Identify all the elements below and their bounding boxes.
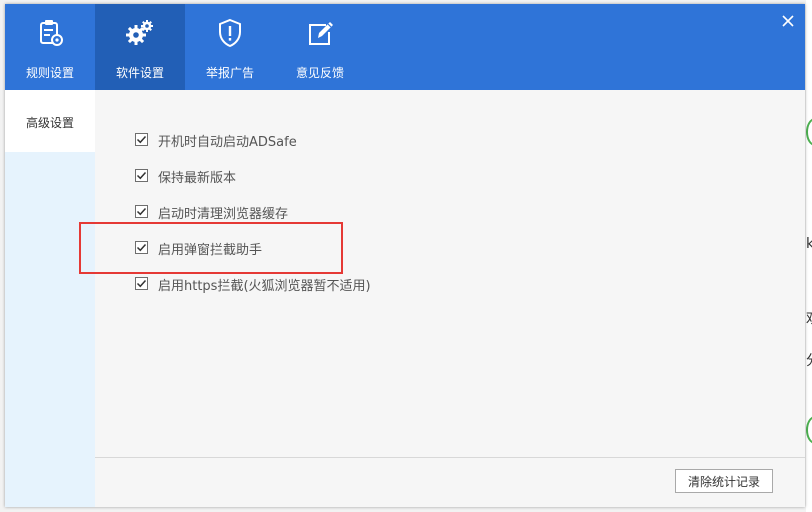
edit-feedback-icon xyxy=(309,22,333,45)
checkmark-icon xyxy=(136,171,147,180)
checkbox[interactable] xyxy=(135,205,148,218)
checkbox[interactable] xyxy=(135,277,148,290)
option-label: 启用https拦截(火狐浏览器暂不适用) xyxy=(158,279,371,294)
gears-icon xyxy=(126,20,153,45)
checkmark-icon xyxy=(136,243,147,252)
settings-panel: 开机时自动启动ADSafe 保持最新版本 启动时清理浏览器缓存 启用弹窗拦截助手… xyxy=(95,90,805,457)
checkbox[interactable] xyxy=(135,169,148,182)
tab-label: 意见反馈 xyxy=(295,66,344,80)
background-glyph: 亅 xyxy=(806,168,812,208)
sidebar-item-advanced-settings[interactable]: 高级设置 xyxy=(5,90,95,152)
option-label: 启动时清理浏览器缓存 xyxy=(158,207,289,222)
background-status-ring xyxy=(806,416,812,444)
option-label: 开机时自动启动ADSafe xyxy=(158,135,297,150)
background-status-ring xyxy=(806,118,812,146)
footer-bar: 清除统计记录 xyxy=(95,457,805,507)
sidebar: 高级设置 xyxy=(5,90,95,507)
settings-dialog: 规则设置 软件设置 举报广告 意见反馈 高级设置 开机时自动启动ADSafe 保… xyxy=(5,4,805,507)
checkmark-icon xyxy=(136,279,147,288)
close-icon[interactable] xyxy=(779,12,797,30)
tab-feedback[interactable]: 意见反馈 xyxy=(275,4,365,90)
checkmark-icon xyxy=(136,207,147,216)
background-glyph: 分 xyxy=(806,350,812,370)
tab-report-ads[interactable]: 举报广告 xyxy=(185,4,275,90)
checkbox[interactable] xyxy=(135,133,148,146)
background-glyph: 欢 xyxy=(806,308,812,328)
background-app-edge: 亅 k 欢 分 xyxy=(806,0,812,512)
checkbox[interactable] xyxy=(135,241,148,254)
tab-label: 举报广告 xyxy=(205,66,254,80)
clear-stats-button[interactable]: 清除统计记录 xyxy=(675,469,773,493)
tab-software-settings[interactable]: 软件设置 xyxy=(95,4,185,90)
option-label: 保持最新版本 xyxy=(158,171,237,186)
tab-label: 规则设置 xyxy=(25,66,74,80)
sidebar-item-label: 高级设置 xyxy=(26,116,75,130)
clipboard-gear-icon xyxy=(40,20,63,46)
option-label: 启用弹窗拦截助手 xyxy=(158,243,263,258)
tab-label: 软件设置 xyxy=(115,66,164,80)
background-glyph: k xyxy=(806,236,812,252)
shield-alert-icon xyxy=(219,18,241,48)
checkmark-icon xyxy=(136,135,147,144)
tab-rules-settings[interactable]: 规则设置 xyxy=(5,4,95,90)
tab-bar: 规则设置 软件设置 举报广告 意见反馈 xyxy=(5,4,805,90)
